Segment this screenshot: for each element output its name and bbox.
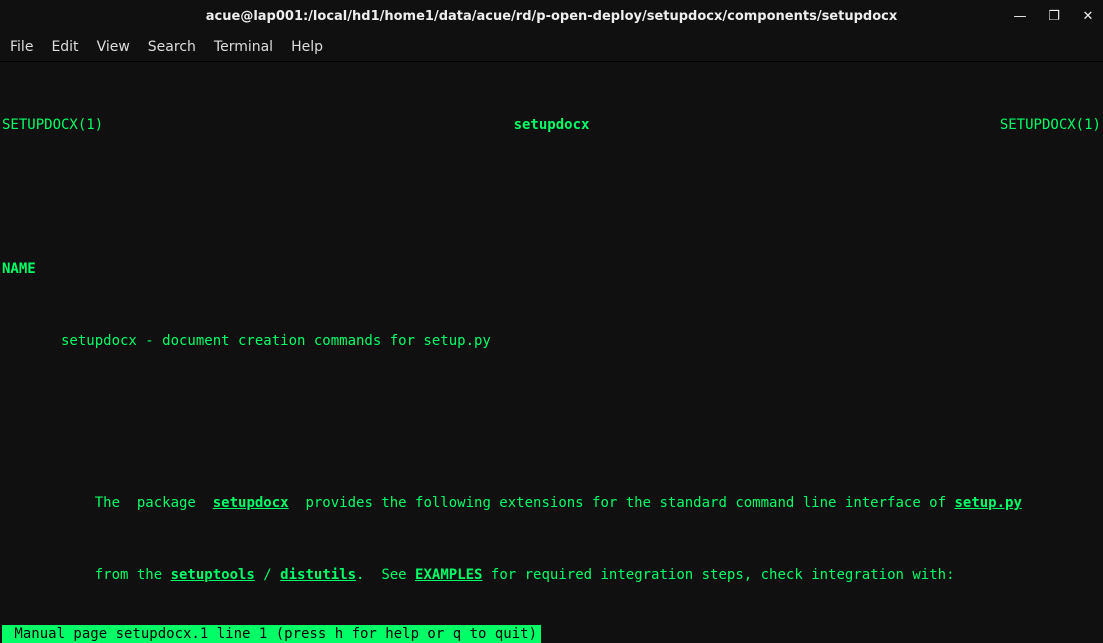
para2-text-g: for required integration steps, check in… xyxy=(482,567,954,583)
link-distutils: distutils xyxy=(280,567,356,583)
menu-help[interactable]: Help xyxy=(291,39,323,55)
para1-text-c: provides the following extensions for th… xyxy=(289,495,955,511)
menu-edit[interactable]: Edit xyxy=(51,39,78,55)
menu-file[interactable]: File xyxy=(10,39,33,55)
para2-text-a: from the xyxy=(36,567,171,583)
menu-search[interactable]: Search xyxy=(148,39,196,55)
terminal-viewport[interactable]: SETUPDOCX(1) setupdocx SETUPDOCX(1) NAME… xyxy=(0,62,1103,643)
link-setup-py: setup.py xyxy=(954,495,1021,511)
para1-text-a: The package xyxy=(36,495,213,511)
maximize-icon[interactable]: ❐ xyxy=(1045,9,1063,24)
link-setuptools: setuptools xyxy=(171,567,255,583)
menu-view[interactable]: View xyxy=(97,39,130,55)
window-controls: — ❐ ✕ xyxy=(1011,0,1097,32)
name-line: setupdocx - document creation commands f… xyxy=(2,333,491,349)
section-name: NAME xyxy=(2,261,36,277)
menu-bar: File Edit View Search Terminal Help xyxy=(0,32,1103,62)
man-header-right: SETUPDOCX(1) xyxy=(1000,116,1101,134)
window-title: acue@lap001:/local/hd1/home1/data/acue/r… xyxy=(206,9,897,24)
menu-terminal[interactable]: Terminal xyxy=(214,39,273,55)
close-icon[interactable]: ✕ xyxy=(1079,9,1097,24)
man-header-center: setupdocx xyxy=(514,116,590,134)
para2-text-c: / xyxy=(255,567,280,583)
man-status-line: Manual page setupdocx.1 line 1 (press h … xyxy=(2,625,541,643)
man-header-left: SETUPDOCX(1) xyxy=(2,116,103,134)
para2-text-e: . See xyxy=(356,567,415,583)
link-setupdocx: setupdocx xyxy=(213,495,289,511)
link-examples: EXAMPLES xyxy=(415,567,482,583)
minimize-icon[interactable]: — xyxy=(1011,9,1029,24)
window-titlebar: acue@lap001:/local/hd1/home1/data/acue/r… xyxy=(0,0,1103,32)
